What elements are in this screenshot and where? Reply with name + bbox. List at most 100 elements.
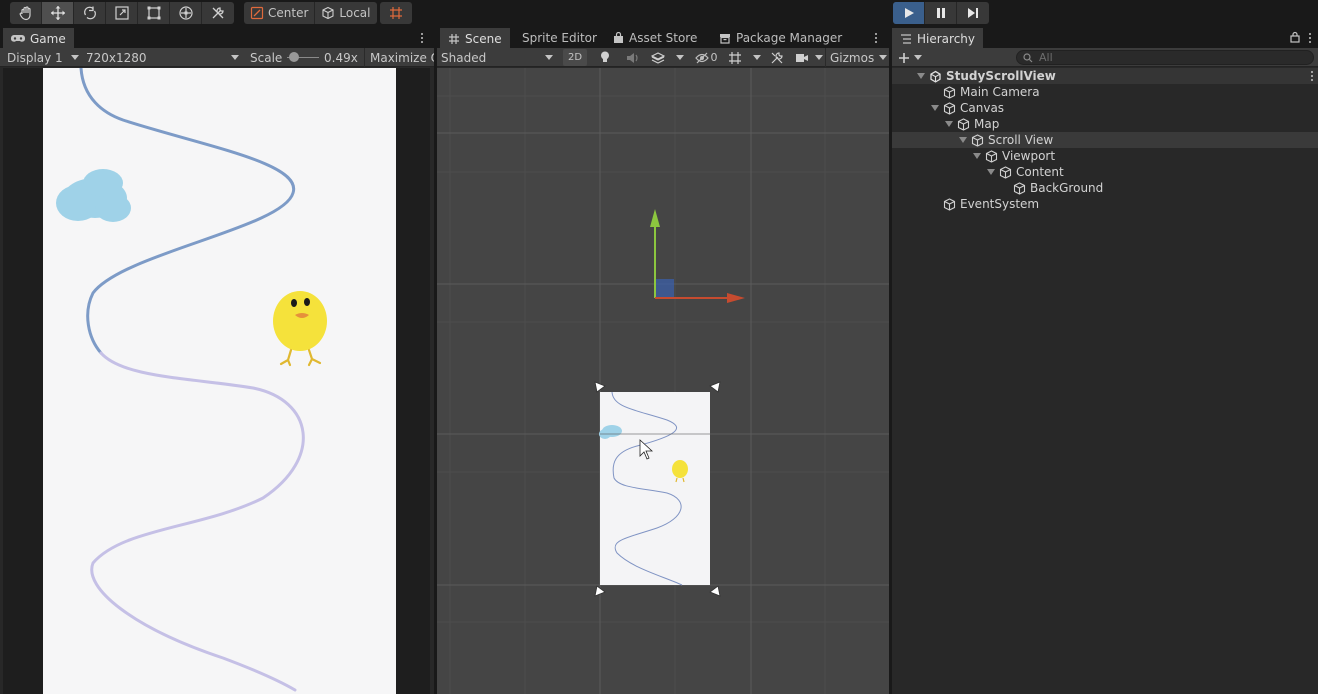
scale-slider[interactable] (287, 48, 319, 67)
tab-game[interactable]: Game (3, 28, 74, 48)
pivot-toggles: Center Local (244, 2, 377, 24)
grid-snap-button[interactable] (380, 2, 412, 24)
rect-tool-button[interactable] (138, 2, 170, 24)
scene-tab-menu-button[interactable] (870, 30, 882, 46)
hierarchy-item-label: EventSystem (960, 197, 1040, 211)
resolution-dropdown[interactable]: 720x1280 (82, 48, 242, 67)
gizmos-dropdown-arrow-icon (879, 55, 887, 60)
audio-toggle[interactable] (624, 49, 642, 66)
hidden-objects-toggle[interactable]: 0 (691, 49, 721, 66)
create-dropdown-arrow-icon (914, 55, 922, 60)
game-tabbar: Game (0, 28, 434, 48)
gizmos-dropdown[interactable]: Gizmos (825, 48, 889, 67)
resolution-dropdown-arrow-icon (231, 55, 239, 60)
gameobject-cube-icon (942, 101, 956, 115)
hierarchy-item-label: Scroll View (988, 133, 1054, 147)
create-object-button[interactable] (898, 48, 924, 67)
transform-icon (178, 6, 193, 20)
maximize-on-play-label: Maximize O (370, 50, 434, 65)
play-controls (893, 2, 989, 24)
rotate-icon (83, 6, 96, 20)
main-toolbar: Center Local (0, 0, 1318, 28)
fold-arrow-icon[interactable] (930, 100, 940, 116)
play-button[interactable] (893, 2, 925, 24)
game-canvas[interactable] (43, 68, 396, 694)
grid-dropdown-arrow-icon[interactable] (753, 55, 761, 60)
scene-tabbar: Scene Sprite Editor Asset Store Package … (437, 28, 889, 48)
tab-package-manager[interactable]: Package Manager (711, 28, 850, 48)
effects-toggle[interactable] (649, 49, 667, 66)
transform-tool-button[interactable] (170, 2, 202, 24)
step-button[interactable] (957, 2, 989, 24)
pivot-local-label: Local (339, 6, 371, 20)
camera-icon (796, 53, 808, 62)
fold-arrow-icon (930, 196, 940, 212)
gameobject-cube-icon (1012, 181, 1026, 195)
hierarchy-panel: Hierarchy All StudyScrollView Main Camera… (892, 28, 1318, 694)
hierarchy-search-input[interactable]: All (1016, 50, 1314, 65)
display-dropdown[interactable]: Display 1 (4, 48, 80, 67)
game-toolbar: Display 1 720x1280 Scale 0.49x Maximize … (0, 48, 434, 67)
scale-tool-button[interactable] (106, 2, 138, 24)
pause-button[interactable] (925, 2, 957, 24)
fold-arrow-icon[interactable] (958, 132, 968, 148)
rotate-tool-button[interactable] (74, 2, 106, 24)
pivot-center-label: Center (268, 6, 309, 20)
lock-icon[interactable] (1290, 31, 1300, 43)
resolution-dropdown-label: 720x1280 (86, 50, 147, 65)
camera-dropdown-arrow-icon[interactable] (815, 55, 823, 60)
mode-2d-label: 2D (567, 52, 583, 63)
game-panel: Game Display 1 720x1280 Scale 0.49x Maxi… (0, 28, 434, 694)
game-tab-menu-button[interactable] (416, 30, 428, 46)
hierarchy-toolbar: All (892, 48, 1318, 67)
hierarchy-item[interactable]: BackGround (892, 180, 1318, 196)
fold-arrow-icon[interactable] (916, 68, 926, 84)
hierarchy-item-label: Main Camera (960, 85, 1040, 99)
maximize-on-play-toggle[interactable]: Maximize O (364, 48, 434, 67)
tab-package-manager-label: Package Manager (736, 31, 843, 45)
fold-arrow-icon[interactable] (944, 116, 954, 132)
tab-sprite-editor[interactable]: Sprite Editor (514, 28, 605, 48)
scene-row-menu-button[interactable] (1306, 68, 1318, 84)
fold-arrow-icon[interactable] (972, 148, 982, 164)
tab-hierarchy[interactable]: Hierarchy (892, 28, 984, 48)
hierarchy-item[interactable]: Map (892, 116, 1318, 132)
shading-mode-dropdown[interactable]: Shaded (437, 48, 557, 67)
plus-icon (899, 52, 909, 63)
mode-2d-toggle[interactable]: 2D (563, 49, 587, 66)
lightbulb-icon (601, 51, 609, 62)
hierarchy-tab-menu-button[interactable] (1304, 30, 1316, 46)
map-path-lower (90, 351, 305, 692)
scale-slider-thumb[interactable] (289, 52, 300, 62)
move-icon (50, 6, 65, 20)
hierarchy-scene-row[interactable]: StudyScrollView (892, 68, 1318, 84)
scene-toolbar: Shaded 2D 0 Gizmos (437, 48, 889, 67)
hand-tool-button[interactable] (10, 2, 42, 24)
tab-scene[interactable]: Scene (440, 28, 510, 48)
pivot-local-toggle[interactable]: Local (315, 2, 376, 24)
shading-dropdown-arrow-icon (545, 55, 553, 60)
move-tool-button[interactable] (42, 2, 74, 24)
effects-dropdown-arrow-icon[interactable] (676, 55, 684, 60)
hierarchy-item[interactable]: Main Camera (892, 84, 1318, 100)
hierarchy-item[interactable]: Viewport (892, 148, 1318, 164)
scene-canvas-object (599, 391, 889, 586)
scene-grid-toggle[interactable] (727, 49, 743, 66)
hierarchy-item[interactable]: Content (892, 164, 1318, 180)
fold-arrow-icon[interactable] (986, 164, 996, 180)
custom-editor-tool-button[interactable] (202, 2, 234, 24)
search-icon (1023, 52, 1033, 62)
display-dropdown-label: Display 1 (7, 50, 63, 65)
game-view (3, 68, 430, 694)
hierarchy-item[interactable]: Canvas (892, 100, 1318, 116)
scene-view[interactable] (437, 68, 889, 694)
scene-tools-toggle[interactable] (769, 49, 785, 66)
search-placeholder: All (1039, 51, 1053, 64)
camera-settings-button[interactable] (793, 49, 811, 66)
lighting-toggle[interactable] (597, 49, 613, 66)
hierarchy-item[interactable]: EventSystem (892, 196, 1318, 212)
pivot-center-toggle[interactable]: Center (244, 2, 316, 24)
chick-sprite (273, 291, 327, 367)
tab-asset-store[interactable]: Asset Store (605, 28, 705, 48)
hierarchy-item[interactable]: Scroll View (892, 132, 1318, 148)
